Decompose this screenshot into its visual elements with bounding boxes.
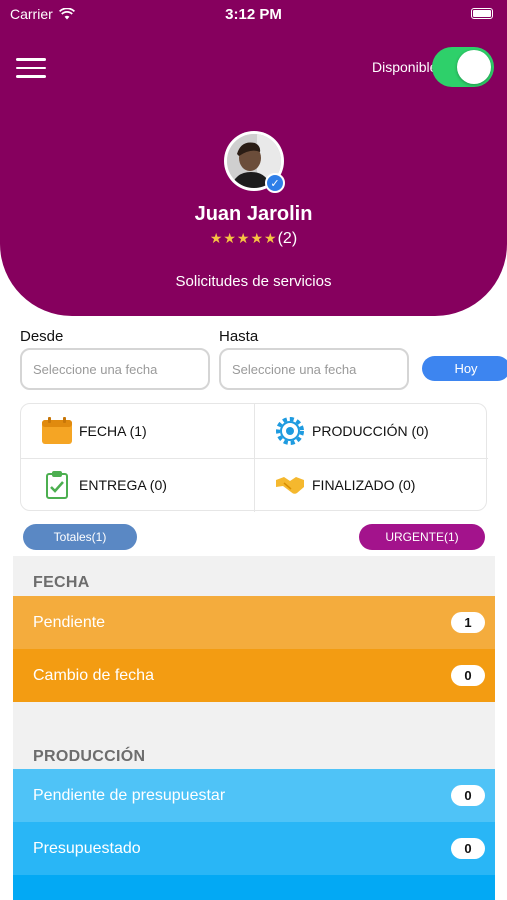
section-title-produccion: PRODUCCIÓN: [33, 748, 146, 765]
category-grid: FECHA (1) PRODUCCIÓN (0) ENTREGA (0) FIN…: [20, 403, 488, 512]
to-date-input[interactable]: [219, 348, 409, 390]
category-produccion[interactable]: PRODUCCIÓN (0): [254, 404, 487, 458]
totals-pill[interactable]: Totales(1): [23, 524, 137, 550]
to-date-label: Hasta: [219, 328, 259, 345]
status-count-badge: 1: [451, 612, 485, 633]
status-count-badge: 0: [451, 665, 485, 686]
battery-icon: [471, 8, 493, 19]
status-row-label: Pendiente: [33, 613, 106, 631]
handshake-icon: [274, 469, 306, 501]
user-name: Juan Jarolin: [194, 203, 313, 225]
category-fecha-label: FECHA (1): [79, 423, 147, 439]
status-row-partial[interactable]: [13, 875, 495, 900]
status-row-pendiente-de-presupuestar[interactable]: Pendiente de presupuestar 0: [13, 769, 495, 822]
today-button[interactable]: Hoy: [422, 356, 507, 381]
category-fecha[interactable]: FECHA (1): [21, 404, 254, 458]
status-list: FECHA Pendiente 1 Cambio de fecha 0 PROD…: [13, 556, 495, 900]
section-subtitle: Solicitudes de servicios: [175, 273, 332, 290]
from-date-input[interactable]: [20, 348, 210, 390]
availability-label: Disponible: [372, 59, 438, 75]
profile-header: Carrier 3:12 PM Disponible ✓ Juan Jaroli…: [0, 0, 507, 316]
category-produccion-label: PRODUCCIÓN (0): [312, 423, 429, 439]
status-row-presupuestado[interactable]: Presupuestado 0: [13, 822, 495, 875]
category-entrega-label: ENTREGA (0): [79, 477, 167, 493]
status-row-label: Presupuestado: [33, 839, 141, 857]
status-row-label: Cambio de fecha: [33, 666, 154, 684]
category-finalizado[interactable]: FINALIZADO (0): [254, 458, 487, 512]
category-finalizado-label: FINALIZADO (0): [312, 477, 416, 493]
user-rating: ★★★★★(2): [0, 230, 507, 248]
category-entrega[interactable]: ENTREGA (0): [21, 458, 254, 512]
availability-toggle[interactable]: [432, 47, 494, 87]
gear-icon: [274, 415, 306, 447]
from-date-label: Desde: [20, 328, 64, 345]
status-row-cambio-de-fecha[interactable]: Cambio de fecha 0: [13, 649, 495, 702]
status-row-label: Pendiente de presupuestar: [33, 786, 226, 804]
hamburger-menu-icon[interactable]: [16, 58, 46, 78]
status-count-badge: 0: [451, 838, 485, 859]
status-count-badge: 0: [451, 785, 485, 806]
verified-check-icon: ✓: [265, 173, 285, 193]
star-rating-icons: ★★★★★: [209, 230, 278, 246]
rating-count: (2): [277, 230, 298, 247]
clipboard-check-icon: [41, 469, 73, 501]
status-row-pendiente[interactable]: Pendiente 1: [13, 596, 495, 649]
status-time: 3:12 PM: [225, 6, 282, 23]
urgent-pill[interactable]: URGENTE(1): [359, 524, 485, 550]
calendar-icon: [41, 415, 73, 447]
section-title-fecha: FECHA: [33, 574, 90, 591]
status-bar: Carrier 3:12 PM: [0, 0, 507, 28]
toggle-knob: [457, 50, 491, 84]
